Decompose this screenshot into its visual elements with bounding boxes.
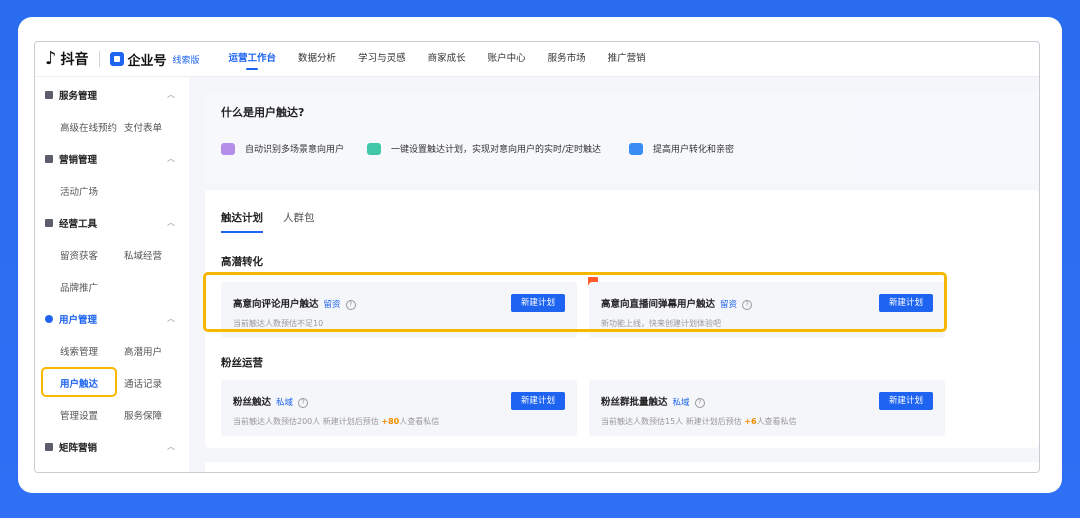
feature-item: 自动识别多场景意向用户 (221, 142, 344, 155)
section-title: 高潜转化 (221, 256, 263, 268)
subtitle-prefix: 当前触达人数预估200人 新建计划后预估 (233, 417, 382, 426)
nav-item-service-market[interactable]: 服务市场 (537, 42, 597, 76)
user-icon (45, 315, 53, 323)
sidebar-item-lead-management[interactable]: 线索管理 (60, 344, 98, 362)
logo-divider (98, 51, 100, 67)
sidebar: 服务管理 ︿ 高级在线预约 支付表单 营销管理 ︿ 活动广场 经营工具 ︿ 留资… (35, 77, 189, 472)
subtitle-suffix: 人查看私信 (399, 417, 440, 426)
tab-reach-plans[interactable]: 触达计划 (221, 210, 263, 233)
screenshot-frame: ♪ 抖音 企业号 线索版 运营工作台 数据分析 学习与灵感 商家成长 账户中心 … (18, 17, 1062, 493)
section-title: 粉丝运营 (221, 357, 263, 369)
card-tag: 私域 (276, 398, 294, 408)
help-icon[interactable]: ? (298, 397, 309, 408)
sidebar-item-advanced-booking[interactable]: 高级在线预约 (60, 120, 117, 138)
sidebar-group-label: 矩阵营销 (59, 443, 98, 454)
sidebar-group-label: 用户管理 (59, 315, 98, 326)
feature-text: 提高用户转化和亲密 (653, 145, 735, 155)
enterprise-logo[interactable]: 企业号 (109, 50, 167, 69)
nav-item-learning[interactable]: 学习与灵感 (347, 42, 417, 76)
subtitle-prefix: 当前触达人数预估15人 新建计划后预估 (601, 417, 745, 426)
sidebar-item-management-settings[interactable]: 管理设置 (60, 408, 98, 426)
sidebar-group-matrix-marketing[interactable]: 矩阵营销 ︿ (35, 437, 189, 457)
edition-badge: 线索版 (172, 55, 200, 66)
new-plan-button[interactable]: 新建计划 (879, 392, 933, 410)
chevron-up-icon: ︿ (167, 314, 175, 323)
card-title: 粉丝群批量触达 私域? (601, 394, 705, 408)
chevron-up-icon: ︿ (167, 90, 175, 99)
sidebar-item-payment-form[interactable]: 支付表单 (124, 120, 162, 138)
feature-text: 一键设置触达计划，实现对意向用户的实时/定时触达 (391, 145, 602, 155)
marketing-icon (45, 155, 53, 163)
sidebar-item-high-potential-users[interactable]: 高潜用户 (124, 344, 162, 362)
highlight-box-cards (203, 272, 947, 332)
card-tag: 私域 (672, 398, 690, 408)
card-title-text: 粉丝群批量触达 (601, 397, 668, 408)
app-window: ♪ 抖音 企业号 线索版 运营工作台 数据分析 学习与灵感 商家成长 账户中心 … (34, 41, 1040, 473)
feature-item: 提高用户转化和亲密 (629, 142, 734, 155)
nav-item-promotion[interactable]: 推广营销 (597, 42, 657, 76)
sidebar-item-call-records[interactable]: 通话记录 (124, 376, 162, 394)
douyin-logo-text: 抖音 (60, 52, 89, 68)
chevron-up-icon: ︿ (167, 218, 175, 227)
douyin-logo[interactable]: ♪ 抖音 (45, 49, 89, 69)
chart-card-icon (629, 142, 643, 155)
sidebar-group-marketing[interactable]: 营销管理 ︿ (35, 149, 189, 169)
sidebar-item-brand-promotion[interactable]: 品牌推广 (60, 280, 98, 298)
nav-item-merchant-growth[interactable]: 商家成长 (417, 42, 477, 76)
nav-item-workbench[interactable]: 运营工作台 (218, 42, 288, 76)
enterprise-logo-text: 企业号 (127, 53, 167, 69)
chevron-up-icon: ︿ (167, 442, 175, 451)
subtitle-suffix: 人查看私信 (756, 417, 797, 426)
sidebar-group-label: 营销管理 (59, 155, 98, 166)
plan-card: 粉丝触达 私域? 当前触达人数预估200人 新建计划后预估 +80人查看私信 新建… (221, 380, 577, 436)
tab-bar: 触达计划 人群包 (221, 210, 335, 233)
sidebar-item-service-guarantee[interactable]: 服务保障 (124, 408, 162, 426)
douyin-icon: ♪ (45, 48, 57, 69)
sidebar-group-user-management[interactable]: 用户管理 ︿ (35, 309, 189, 329)
nav-item-account-center[interactable]: 账户中心 (477, 42, 537, 76)
tools-icon (45, 219, 53, 227)
paper-plane-icon (367, 142, 381, 155)
nav-item-data-analysis[interactable]: 数据分析 (287, 42, 347, 76)
highlight-box-sidebar (41, 367, 117, 397)
top-bar: ♪ 抖音 企业号 线索版 运营工作台 数据分析 学习与灵感 商家成长 账户中心 … (35, 42, 1039, 77)
tab-audience-packs[interactable]: 人群包 (283, 210, 315, 233)
card-subtitle: 当前触达人数预估15人 新建计划后预估 +6人查看私信 (601, 416, 797, 427)
sidebar-group-label: 经营工具 (59, 219, 98, 230)
sidebar-item-lead-capture[interactable]: 留资获客 (60, 248, 98, 266)
intro-panel: 什么是用户触达? 自动识别多场景意向用户 一键设置触达计划，实现对意向用户的实时… (205, 92, 1039, 184)
feature-text: 自动识别多场景意向用户 (245, 145, 345, 155)
feature-item: 一键设置触达计划，实现对意向用户的实时/定时触达 (367, 142, 601, 155)
card-title-text: 粉丝触达 (233, 397, 272, 408)
chevron-up-icon: ︿ (167, 154, 175, 163)
matrix-icon (45, 443, 53, 451)
sidebar-item-private-domain[interactable]: 私域经营 (124, 248, 162, 266)
card-subtitle: 当前触达人数预估200人 新建计划后预估 +80人查看私信 (233, 416, 439, 427)
service-icon (45, 91, 53, 99)
next-panel-edge (205, 462, 1039, 472)
top-nav: 运营工作台 数据分析 学习与灵感 商家成长 账户中心 服务市场 推广营销 (218, 42, 657, 76)
subtitle-number: +6 (744, 417, 757, 426)
sidebar-group-label: 服务管理 (59, 91, 98, 102)
help-icon[interactable]: ? (694, 397, 705, 408)
plan-card: 粉丝群批量触达 私域? 当前触达人数预估15人 新建计划后预估 +6人查看私信 新… (589, 380, 945, 436)
subtitle-number: +80 (381, 417, 400, 426)
new-plan-button[interactable]: 新建计划 (511, 392, 565, 410)
user-group-icon (221, 142, 235, 155)
enterprise-cube-icon (109, 52, 124, 66)
sidebar-item-activity-square[interactable]: 活动广场 (60, 184, 98, 202)
card-title: 粉丝触达 私域? (233, 394, 309, 408)
sidebar-group-business-tools[interactable]: 经营工具 ︿ (35, 213, 189, 233)
sidebar-group-service[interactable]: 服务管理 ︿ (35, 85, 189, 105)
intro-title: 什么是用户触达? (221, 106, 305, 119)
